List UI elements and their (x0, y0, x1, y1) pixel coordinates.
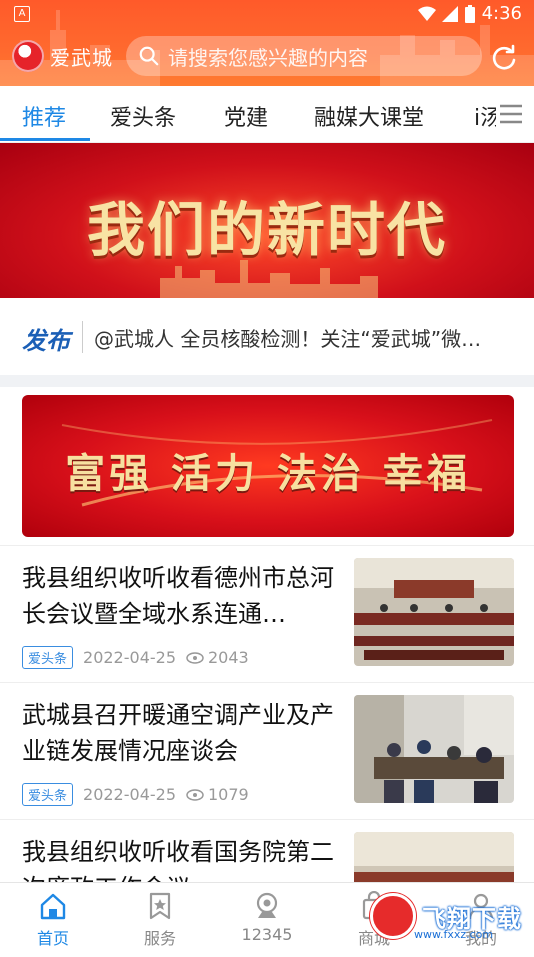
watermark: 飞翔下载 www.fxxz.com (370, 888, 530, 944)
nav-service[interactable]: 服务 (115, 891, 205, 949)
search-icon (139, 46, 159, 66)
tab-recommend[interactable]: 推荐 (22, 100, 66, 132)
menu-icon[interactable] (496, 100, 526, 128)
promo-banner[interactable]: 富强 活力 法治 幸福 (22, 395, 514, 537)
home-icon (40, 893, 66, 920)
article-thumbnail (354, 695, 514, 803)
view-count: 2043 (208, 648, 249, 667)
watermark-url: www.fxxz.com (414, 928, 494, 941)
tab-headlines[interactable]: 爱头条 (110, 100, 176, 132)
ticker-divider (82, 321, 83, 353)
category-tag: 爱头条 (22, 646, 74, 669)
tab-media-class[interactable]: 融媒大课堂 (314, 100, 424, 132)
refresh-icon[interactable] (490, 44, 518, 72)
active-tab-indicator (0, 138, 90, 141)
section-divider (0, 375, 534, 387)
search-placeholder: 请搜索您感兴趣的内容 (168, 45, 368, 70)
nav-12345-label: 12345 (241, 925, 293, 944)
category-tag: 爱头条 (22, 783, 74, 806)
eye-icon (186, 788, 204, 801)
category-tabs: 推荐 爱头条 党建 融媒大课堂 i汤 (0, 86, 534, 143)
list-item[interactable]: 我县组织收听收看德州市总河长会议暨全域水系连通… 爱头条 2022-04-25 … (0, 545, 534, 683)
brand[interactable]: 爱武城 (12, 40, 113, 72)
status-bar: A 4:36 (0, 0, 534, 28)
list-item[interactable]: 武城县召开暖通空调产业及产业链发展情况座谈会 爱头条 2022-04-25 10… (0, 682, 534, 820)
view-count: 1079 (208, 785, 249, 804)
eye-icon (186, 651, 204, 664)
camera-icon (256, 892, 278, 918)
clock: 4:36 (481, 3, 522, 24)
app-name: 爱武城 (50, 45, 113, 70)
promo-banner-title: 富强 活力 法治 幸福 (65, 450, 471, 497)
signal-icon (441, 5, 458, 22)
ticker-text: @武城人 全员核酸检测！关注“爱武城”微… (94, 327, 482, 351)
nav-12345[interactable]: 12345 (222, 891, 312, 944)
app-logo (12, 40, 44, 72)
notification-icon: A (14, 6, 30, 22)
ticker-logo: 发布 (22, 327, 70, 355)
hero-banner-title: 我们的新时代 (86, 196, 447, 264)
article-title: 武城县召开暖通空调产业及产业链发展情况座谈会 (22, 701, 334, 765)
watermark-logo (370, 893, 416, 939)
battery-icon (464, 4, 475, 23)
nav-home-label: 首页 (36, 929, 69, 948)
tab-party[interactable]: 党建 (224, 100, 268, 132)
wifi-icon (417, 6, 436, 21)
search-bar[interactable]: 请搜索您感兴趣的内容 (126, 36, 482, 76)
article-date: 2022-04-25 (83, 648, 176, 667)
nav-service-label: 服务 (143, 929, 176, 948)
star-bookmark-icon (149, 892, 171, 920)
article-thumbnail (354, 558, 514, 666)
article-date: 2022-04-25 (83, 785, 176, 804)
article-title: 我县组织收听收看德州市总河长会议暨全域水系连通… (22, 564, 334, 628)
nav-home[interactable]: 首页 (8, 891, 98, 949)
app-header: A 4:36 爱武城 请搜索您感兴趣的内容 (0, 0, 534, 86)
hero-banner[interactable]: 我们的新时代 (0, 143, 534, 298)
news-ticker[interactable]: 发布 @武城人 全员核酸检测！关注“爱武城”微… (0, 299, 534, 375)
